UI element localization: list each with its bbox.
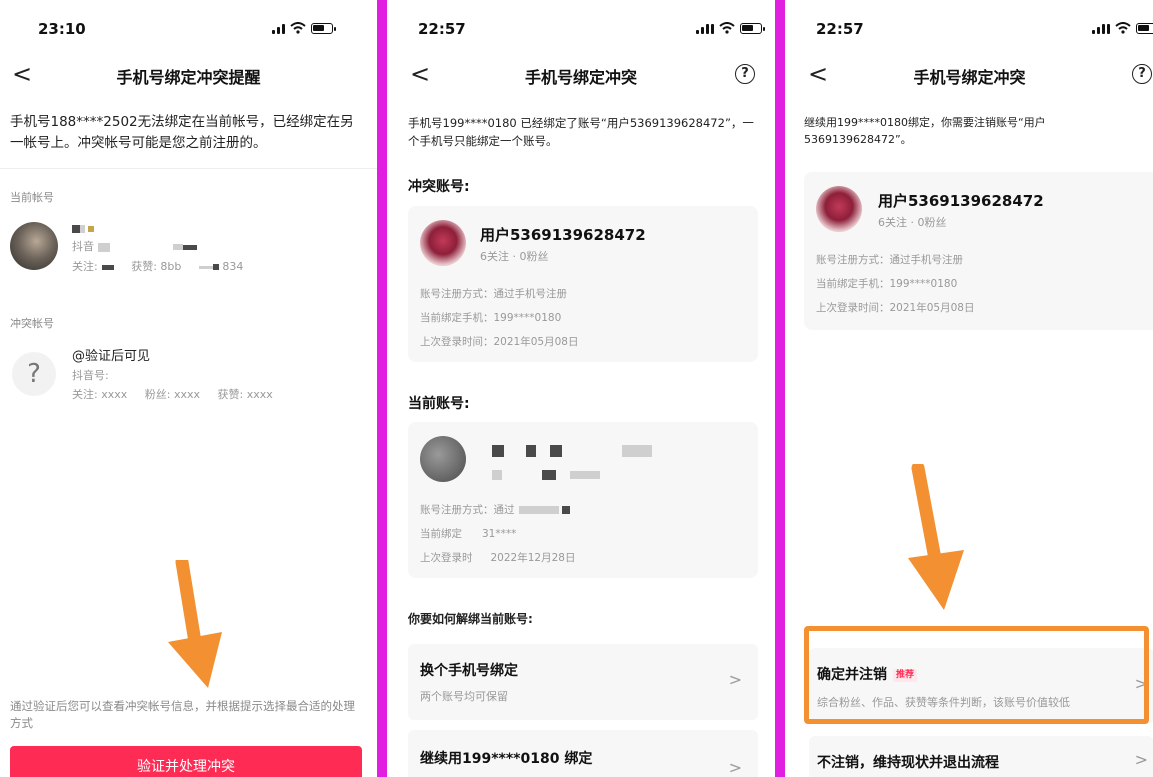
register-method: 账号注册方式：通过 xyxy=(420,502,570,517)
conflict-account-card: 用户5369139628472 6关注 · 0粉丝 账号注册方式：通过手机号注册… xyxy=(408,206,758,362)
chevron-right-icon: > xyxy=(1134,750,1148,769)
register-method: 账号注册方式：通过手机号注册 xyxy=(816,254,963,266)
option-keep-and-exit[interactable]: 不注销，维持现状并退出流程 > xyxy=(809,736,1153,777)
blurred-name xyxy=(492,440,652,459)
wifi-icon xyxy=(719,22,735,34)
last-login: 上次登录时间：2021年05月08日 xyxy=(816,302,975,314)
status-time: 22:57 xyxy=(418,20,466,38)
avatar xyxy=(420,220,466,266)
bound-phone: 当前绑定手机：199****0180 xyxy=(420,312,562,324)
option-title: 继续用199****0180 绑定 xyxy=(420,751,593,767)
status-bar: 23:10 xyxy=(0,0,377,58)
avatar xyxy=(420,436,466,482)
option-subtitle: 两个账号均可保留 xyxy=(420,690,508,703)
conflict-account-name: @验证后可见 xyxy=(72,349,151,364)
screen-continue-bind: 22:57 < 手机号绑定冲突 ? 继续用199****0180绑定，你需要注销… xyxy=(786,0,1153,777)
conflict-account-stats: 关注: xxxx 粉丝: xxxx 获赞: xxxx xyxy=(72,388,273,401)
current-account-card: 账号注册方式：通过 当前绑定 31**** 上次登录时 2022年12月28日 xyxy=(408,422,758,578)
continue-message: 继续用199****0180绑定，你需要注销账号“用户5369139628472… xyxy=(804,116,1046,146)
last-login: 上次登录时间：2021年05月08日 xyxy=(420,336,579,348)
conflict-message: 手机号188****2502无法绑定在当前帐号，已经绑定在另一帐号上。冲突帐号可… xyxy=(10,114,354,151)
panel-divider xyxy=(775,0,785,777)
battery-icon xyxy=(740,23,765,34)
unknown-avatar-icon: ? xyxy=(12,352,56,396)
bound-phone: 当前绑定手机：199****0180 xyxy=(816,278,958,290)
account-stats: 6关注 · 0粉丝 xyxy=(480,250,549,263)
status-bar: 22:57 xyxy=(786,0,1153,58)
account-stats: 6关注 · 0粉丝 xyxy=(878,216,947,229)
chevron-right-icon: > xyxy=(728,758,742,777)
current-account-label: 当前帐号 xyxy=(10,191,54,204)
option-continue-bind[interactable]: 继续用199****0180 绑定 > xyxy=(408,730,758,777)
option-title: 不注销，维持现状并退出流程 xyxy=(817,755,999,771)
last-login: 上次登录时 2022年12月28日 xyxy=(420,552,576,564)
help-icon[interactable]: ? xyxy=(1132,64,1152,84)
system-icons xyxy=(696,22,765,34)
account-to-cancel-card: 用户5369139628472 6关注 · 0粉丝 账号注册方式：通过手机号注册… xyxy=(804,172,1153,330)
battery-icon xyxy=(311,23,336,34)
conflict-account-label: 冲突帐号 xyxy=(10,317,54,330)
status-time: 22:57 xyxy=(816,20,864,38)
signal-icon xyxy=(272,24,285,34)
signal-icon xyxy=(696,24,714,34)
unbind-question: 你要如何解绑当前账号: xyxy=(408,612,533,626)
avatar xyxy=(10,222,58,270)
divider xyxy=(0,168,377,169)
conflict-account-id: 抖音号: xyxy=(72,369,109,382)
option-change-phone[interactable]: 换个手机号绑定 两个账号均可保留 > xyxy=(408,644,758,720)
arrow-down-icon xyxy=(168,560,222,688)
current-account-id: 抖音 xyxy=(72,238,197,254)
page-title: 手机号绑定冲突提醒 xyxy=(116,68,261,87)
account-name: 用户5369139628472 xyxy=(480,226,646,244)
nav-bar: < 手机号绑定冲突 ? xyxy=(388,58,774,92)
nav-bar: < 手机号绑定冲突 ? xyxy=(786,58,1153,92)
page-title: 手机号绑定冲突 xyxy=(913,68,1026,87)
wifi-icon xyxy=(290,22,306,34)
conflict-account-title: 冲突账号: xyxy=(408,179,470,195)
option-title: 换个手机号绑定 xyxy=(420,663,518,679)
status-time: 23:10 xyxy=(38,20,86,38)
highlight-box xyxy=(804,626,1149,724)
blurred-stats xyxy=(492,464,600,483)
avatar xyxy=(816,186,862,232)
verify-hint: 通过验证后您可以查看冲突帐号信息，并根据提示选择最合适的处理方式 xyxy=(10,699,355,730)
chevron-right-icon: > xyxy=(728,670,742,689)
status-bar: 22:57 xyxy=(388,0,774,58)
help-icon[interactable]: ? xyxy=(735,64,755,84)
blurred-name xyxy=(72,218,94,237)
signal-icon xyxy=(1092,24,1110,34)
screen-bind-conflict-reminder: 23:10 < 手机号绑定冲突提醒 手机号188****2502无法绑定在当前帐… xyxy=(0,0,377,777)
system-icons xyxy=(1092,22,1153,34)
verify-and-resolve-button[interactable]: 验证并处理冲突 xyxy=(10,746,362,777)
register-method: 账号注册方式：通过手机号注册 xyxy=(420,288,567,300)
nav-bar: < 手机号绑定冲突提醒 xyxy=(0,58,377,92)
account-name: 用户5369139628472 xyxy=(878,192,1044,210)
conflict-message: 手机号199****0180 已经绑定了账号“用户5369139628472”，… xyxy=(408,116,754,148)
screen-bind-conflict: 22:57 < 手机号绑定冲突 ? 手机号199****0180 已经绑定了账号… xyxy=(388,0,774,777)
current-account-stats: 关注: 获赞: 8bb 834 xyxy=(72,260,244,273)
bound-phone: 当前绑定 31**** xyxy=(420,528,517,540)
system-icons xyxy=(272,22,336,34)
page-title: 手机号绑定冲突 xyxy=(524,68,637,87)
panel-divider xyxy=(377,0,387,777)
current-account-title: 当前账号: xyxy=(408,396,470,412)
battery-icon xyxy=(1136,23,1153,34)
arrow-down-icon xyxy=(908,464,964,610)
wifi-icon xyxy=(1115,22,1131,34)
